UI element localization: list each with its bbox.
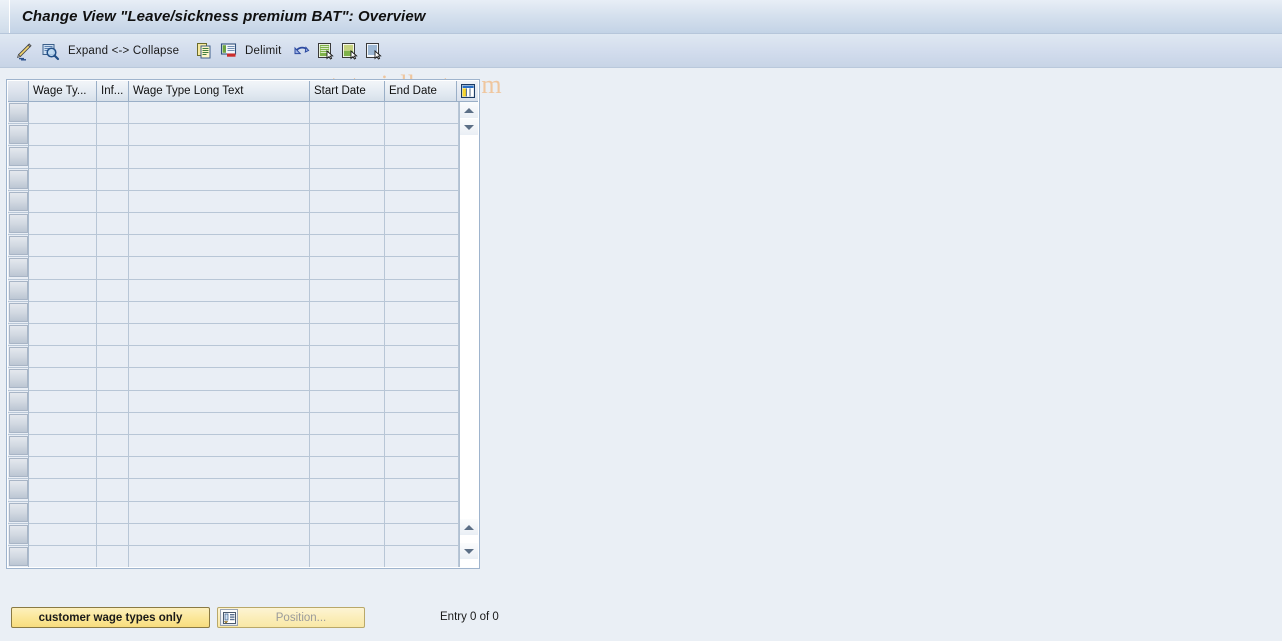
- deselect-all-button[interactable]: [340, 34, 359, 67]
- row-select-button[interactable]: [9, 369, 28, 389]
- row-select-button[interactable]: [9, 347, 28, 367]
- deselect-all-icon: [342, 43, 358, 60]
- table-row[interactable]: [8, 146, 459, 169]
- table-header-end-date[interactable]: End Date: [385, 81, 459, 101]
- scroll-up-button-top[interactable]: [460, 102, 478, 118]
- row-select-button[interactable]: [9, 413, 28, 433]
- table-row[interactable]: [8, 169, 459, 191]
- row-select-button[interactable]: [9, 547, 28, 566]
- customer-wage-types-only-button[interactable]: customer wage types only: [11, 607, 210, 628]
- table-header-select-all-corner[interactable]: [8, 81, 29, 101]
- copy-button[interactable]: [195, 34, 214, 67]
- column-divider-infotype: [128, 102, 129, 567]
- row-select-button[interactable]: [9, 280, 28, 300]
- row-select-button[interactable]: [9, 391, 28, 411]
- row-select-button[interactable]: [9, 103, 28, 122]
- window-title-bar: Change View "Leave/sickness premium BAT"…: [0, 0, 1282, 34]
- table-row[interactable]: [8, 124, 459, 147]
- table-row[interactable]: [8, 413, 459, 435]
- row-select-button[interactable]: [9, 236, 28, 256]
- table-vertical-scrollbar[interactable]: [459, 102, 478, 567]
- display-detail-button[interactable]: [40, 34, 60, 67]
- delimit-label: Delimit: [245, 44, 282, 57]
- row-select-button[interactable]: [9, 147, 28, 167]
- footer-bar: customer wage types only Position... Ent…: [0, 600, 1282, 641]
- position-glyph-icon: [222, 611, 236, 624]
- row-select-button[interactable]: [9, 214, 28, 233]
- row-select-button[interactable]: [9, 125, 28, 145]
- position-button[interactable]: Position...: [217, 607, 365, 628]
- select-block-icon: [366, 43, 382, 60]
- table-row[interactable]: [8, 524, 459, 546]
- entry-count-status: Entry 0 of 0: [440, 611, 499, 623]
- table-row[interactable]: [8, 235, 459, 258]
- scroll-up-icon: [464, 107, 474, 113]
- table-row[interactable]: [8, 502, 459, 524]
- wage-type-table-panel: Wage Ty... Inf... Wage Type Long Text St…: [6, 79, 480, 569]
- scroll-up-icon: [464, 524, 474, 530]
- table-header-wage-type[interactable]: Wage Ty...: [29, 81, 97, 101]
- position-button-label: Position...: [275, 611, 327, 624]
- row-select-button[interactable]: [9, 436, 28, 455]
- table-row[interactable]: [8, 457, 459, 480]
- table-header-infotype[interactable]: Inf...: [97, 81, 129, 101]
- table-header-start-date[interactable]: Start Date: [310, 81, 385, 101]
- table-row[interactable]: [8, 213, 459, 236]
- table-row[interactable]: [8, 324, 459, 347]
- column-divider-start-date: [384, 102, 385, 567]
- scroll-down-button-top[interactable]: [460, 119, 478, 135]
- scroll-down-icon: [464, 548, 474, 554]
- table-row[interactable]: [8, 368, 459, 391]
- row-select-button[interactable]: [9, 480, 28, 500]
- table-header-row: Wage Ty... Inf... Wage Type Long Text St…: [8, 81, 478, 102]
- select-block-button[interactable]: [364, 34, 383, 67]
- row-select-button[interactable]: [9, 325, 28, 344]
- select-all-icon: [318, 43, 334, 60]
- table-row[interactable]: [8, 346, 459, 369]
- magnifier-detail-icon: [42, 43, 60, 60]
- column-divider-select: [28, 102, 29, 567]
- expand-collapse-label: Expand <-> Collapse: [68, 44, 180, 57]
- table-header-long-text[interactable]: Wage Type Long Text: [129, 81, 310, 101]
- display-change-button[interactable]: [14, 34, 34, 67]
- row-select-button[interactable]: [9, 258, 28, 278]
- column-divider-long-text: [309, 102, 310, 567]
- delimit-button[interactable]: Delimit: [245, 34, 282, 67]
- table-settings-button[interactable]: [456, 81, 478, 101]
- page-title: Change View "Leave/sickness premium BAT"…: [22, 8, 426, 25]
- delimit-row-icon: [220, 43, 237, 57]
- pencil-display-change-icon: [16, 42, 32, 60]
- scroll-up-button-bottom[interactable]: [460, 519, 478, 535]
- table-settings-icon: [460, 84, 475, 98]
- table-row[interactable]: [8, 391, 459, 413]
- table-row[interactable]: [8, 280, 459, 302]
- row-select-button[interactable]: [9, 169, 28, 189]
- delimit-row-button[interactable]: [219, 34, 238, 67]
- select-all-button[interactable]: [316, 34, 335, 67]
- row-select-button[interactable]: [9, 458, 28, 478]
- row-select-button[interactable]: [9, 502, 28, 522]
- table-row[interactable]: [8, 479, 459, 502]
- position-icon: [220, 609, 238, 626]
- wage-type-table: Wage Ty... Inf... Wage Type Long Text St…: [8, 81, 478, 567]
- expand-collapse-button[interactable]: Expand <-> Collapse: [68, 34, 179, 67]
- table-row[interactable]: [8, 435, 459, 458]
- column-divider-wage-type: [96, 102, 97, 567]
- row-select-button[interactable]: [9, 191, 28, 211]
- table-row[interactable]: [8, 191, 459, 213]
- scroll-down-button-bottom[interactable]: [460, 543, 478, 559]
- undo-button[interactable]: [292, 34, 311, 67]
- copy-icon: [197, 43, 211, 59]
- title-bar-accent: [0, 0, 10, 33]
- table-row[interactable]: [8, 102, 459, 125]
- scroll-down-icon: [464, 124, 474, 130]
- row-select-button[interactable]: [9, 302, 28, 322]
- table-body: [8, 102, 478, 567]
- table-row[interactable]: [8, 257, 459, 280]
- row-select-button[interactable]: [9, 524, 28, 544]
- table-row[interactable]: [8, 302, 459, 324]
- undo-arrow-icon: [294, 46, 310, 55]
- application-toolbar: Expand <-> Collapse Delimit: [0, 34, 1282, 99]
- table-row[interactable]: [8, 546, 459, 567]
